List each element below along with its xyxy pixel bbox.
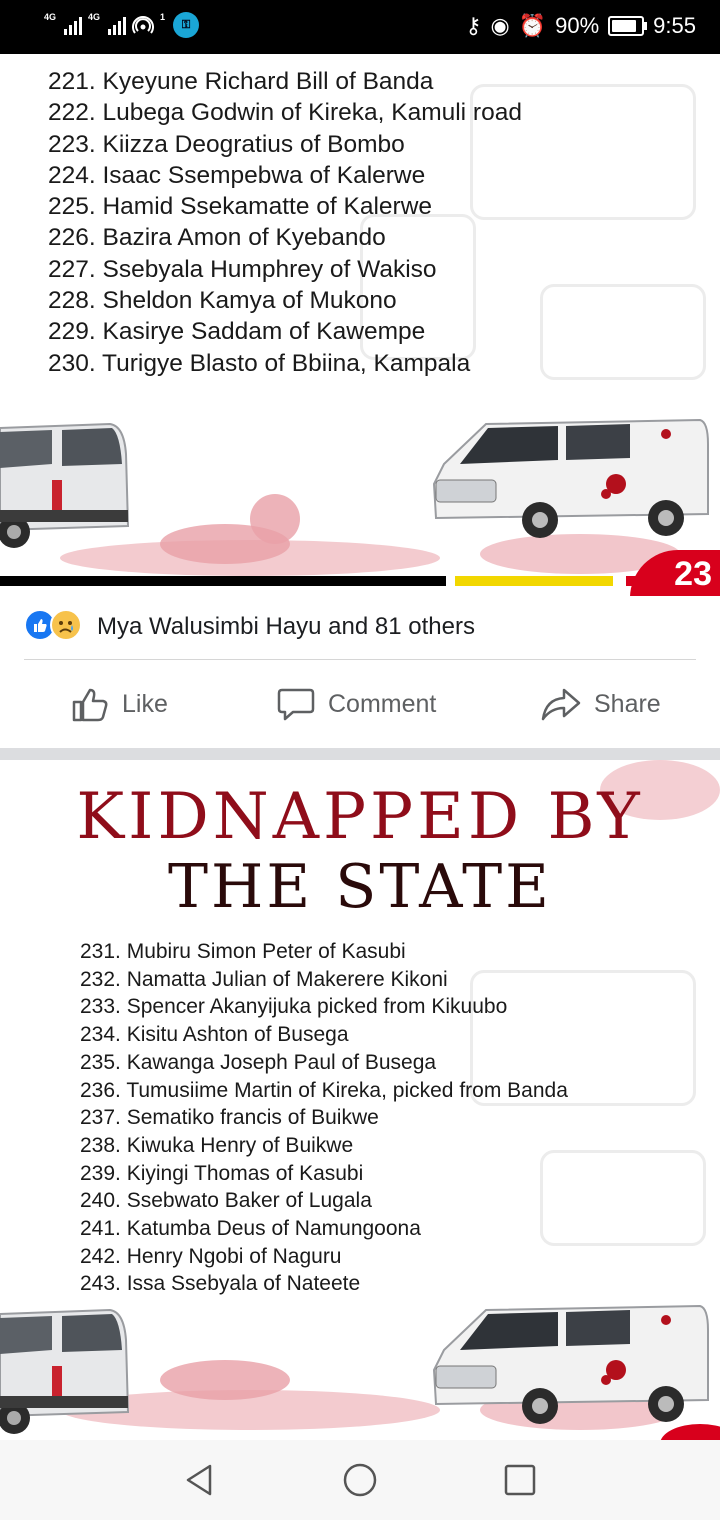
van-left-image xyxy=(0,1308,130,1434)
reactions-text[interactable]: Mya Walusimbi Hayu and 81 others xyxy=(97,613,475,641)
hotspot-count: 1 xyxy=(160,12,166,22)
list-item: 235. Kawanga Joseph Paul of Busega xyxy=(80,1050,437,1074)
share-button[interactable]: Share xyxy=(540,684,661,724)
list-item: 236. Tumusiime Martin of Kireka, picked … xyxy=(80,1078,568,1102)
hotspot-icon xyxy=(132,16,154,34)
status-left: 4G 4G 1 ⚿ xyxy=(44,12,200,38)
alarm-icon: ⏰ xyxy=(518,13,547,38)
comment-button[interactable]: Comment xyxy=(276,684,436,724)
post-image-2[interactable]: KIDNAPPED BY THE STATE 231. Mubiru Simon… xyxy=(0,760,720,1440)
list-item: 234. Kisitu Ashton of Busega xyxy=(80,1023,349,1047)
eye-icon: ◉ xyxy=(490,13,510,38)
list-item: 223. Kiizza Deogratius of Bombo xyxy=(48,130,405,158)
list-item: 233. Spencer Akanyijuka picked from Kiku… xyxy=(80,995,508,1019)
back-icon[interactable] xyxy=(182,1462,218,1498)
list-item: 222. Lubega Godwin of Kireka, Kamuli roa… xyxy=(48,99,522,127)
battery-fill xyxy=(612,20,636,32)
van-right-image xyxy=(432,418,709,538)
van-left-image xyxy=(0,422,130,548)
list-item: 242. Henry Ngobi of Naguru xyxy=(80,1244,342,1268)
reactions-row[interactable]: Mya Walusimbi Hayu and 81 others xyxy=(0,596,720,658)
battery-icon xyxy=(608,16,648,36)
key-icon: ⚷ xyxy=(465,13,482,38)
signal-icon xyxy=(64,15,83,35)
recents-icon[interactable] xyxy=(502,1462,538,1498)
detainee-list-2: 231. Mubiru Simon Peter of Kasubi 232. Na… xyxy=(80,938,568,1298)
list-item: 240. Ssebwato Baker of Lugala xyxy=(80,1189,372,1213)
status-right: ⚷ ◉ ⏰ 90% 9:55 xyxy=(465,13,696,39)
list-item: 221. Kyeyune Richard Bill of Banda xyxy=(48,68,434,95)
list-item: 230. Turigye Blasto of Bbiina, Kampala xyxy=(48,349,471,377)
detainee-list-1: 221. Kyeyune Richard Bill of Banda 222. L… xyxy=(48,66,522,379)
list-item: 225. Hamid Ssekamatte of Kalerwe xyxy=(48,193,433,221)
comment-label: Comment xyxy=(328,689,437,718)
vpn-key-icon: ⚿ xyxy=(173,12,200,38)
like-icon xyxy=(72,688,108,722)
post-image-1[interactable]: 221. Kyeyune Richard Bill of Banda 222. L… xyxy=(0,54,720,596)
headline-the-state: THE STATE xyxy=(168,852,552,922)
status-bar: 4G 4G 1 ⚿ ⚷ ◉ ⏰ 90% 9:55 xyxy=(0,0,720,54)
home-icon[interactable] xyxy=(342,1462,378,1498)
flag-bar-black xyxy=(0,576,446,586)
list-item: 237. Sematiko francis of Buikwe xyxy=(80,1106,379,1130)
share-label: Share xyxy=(594,689,661,718)
like-button[interactable]: Like xyxy=(70,684,168,724)
battery-percent: 90% xyxy=(555,13,600,38)
clock: 9:55 xyxy=(653,13,696,38)
list-item: 229. Kasirye Saddam of Kawempe xyxy=(48,318,426,346)
network-type-2: 4G xyxy=(88,12,101,22)
background-truck-sketch-2 xyxy=(540,284,706,380)
blood-splatter xyxy=(250,494,300,544)
like-label: Like xyxy=(122,689,168,718)
list-item: 227. Ssebyala Humphrey of Wakiso xyxy=(48,255,437,283)
list-item: 228. Sheldon Kamya of Mukono xyxy=(48,287,397,315)
list-item: 232. Namatta Julian of Makerere Kikoni xyxy=(80,967,448,991)
post-actions: Like Comment Share xyxy=(0,660,720,748)
list-item: 238. Kiwuka Henry of Buikwe xyxy=(80,1133,354,1157)
headline-kidnapped: KIDNAPPED BY xyxy=(76,780,644,854)
comment-icon xyxy=(277,688,315,721)
system-nav-bar xyxy=(0,1440,720,1520)
list-item: 231. Mubiru Simon Peter of Kasubi xyxy=(80,940,406,963)
list-item: 226. Bazira Amon of Kyebando xyxy=(48,224,386,252)
network-type-1: 4G xyxy=(44,12,57,22)
list-item: 224. Isaac Ssempebwa of Kalerwe xyxy=(48,161,426,189)
sad-reaction-icon xyxy=(50,609,82,641)
list-item: 243. Issa Ssebyala of Nateete xyxy=(80,1272,361,1296)
post-separator xyxy=(0,748,720,760)
list-item: 241. Katumba Deus of Namungoona xyxy=(80,1217,421,1241)
list-item: 239. Kiyingi Thomas of Kasubi xyxy=(80,1161,364,1185)
share-icon xyxy=(541,688,581,721)
flag-bar-yellow xyxy=(455,576,613,586)
signal-icon-2 xyxy=(108,15,127,35)
van-right-image xyxy=(432,1304,709,1424)
